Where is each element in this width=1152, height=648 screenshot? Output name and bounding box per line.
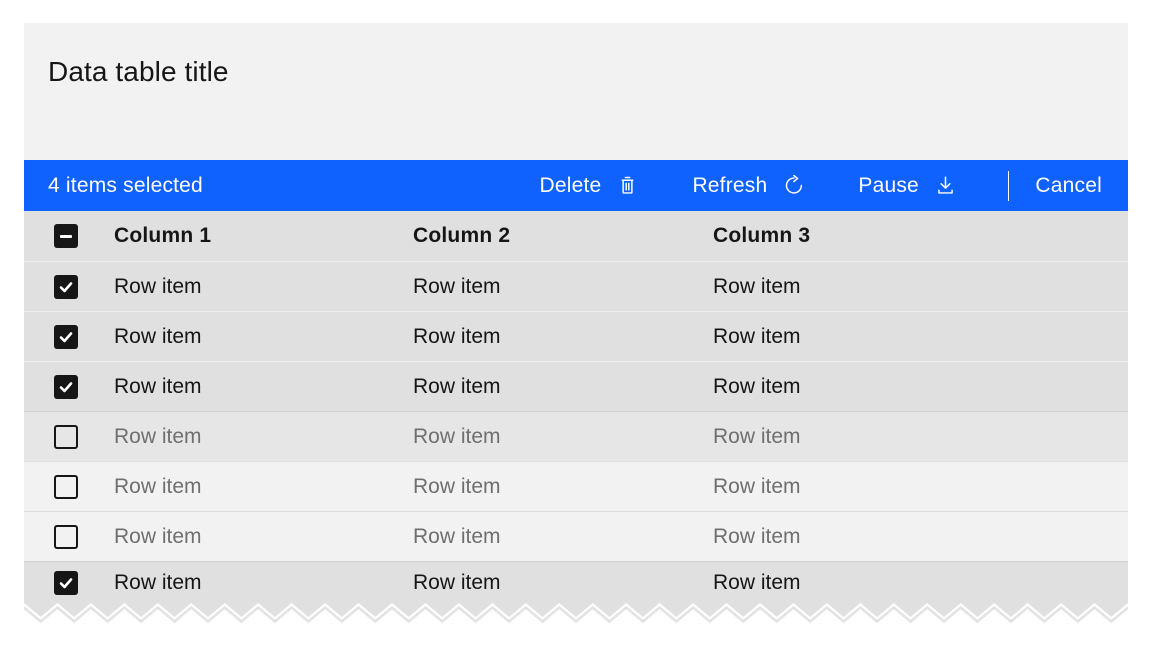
table-cell: Row item	[713, 525, 1128, 549]
table-row[interactable]: Row item Row item Row item	[24, 361, 1128, 411]
table-row[interactable]: Row item Row item Row item	[24, 261, 1128, 311]
action-divider	[1008, 171, 1010, 201]
table-row[interactable]: Row item Row item Row item	[24, 411, 1128, 461]
table-cell: Row item	[713, 475, 1128, 499]
table-cell: Row item	[413, 571, 713, 595]
table-cell: Row item	[413, 525, 713, 549]
table-header-row: Column 1 Column 2 Column 3	[24, 211, 1128, 261]
row-checkbox[interactable]	[54, 375, 78, 399]
download-icon	[935, 175, 956, 196]
pause-button[interactable]: Pause	[858, 174, 956, 198]
delete-button-label: Delete	[540, 174, 602, 198]
pause-button-label: Pause	[858, 174, 919, 198]
table-cell: Row item	[114, 325, 413, 349]
row-checkbox[interactable]	[54, 475, 78, 499]
column-header: Column 1	[114, 224, 413, 248]
batch-action-bar: 4 items selected Delete Refresh	[24, 160, 1128, 211]
table-title-section: Data table title	[24, 23, 1128, 160]
column-header: Column 2	[413, 224, 713, 248]
checkbox-cell	[24, 325, 114, 349]
row-checkbox[interactable]	[54, 525, 78, 549]
row-checkbox[interactable]	[54, 325, 78, 349]
row-checkbox[interactable]	[54, 425, 78, 449]
table-cell: Row item	[713, 375, 1128, 399]
data-table-widget: Data table title 4 items selected Delete	[24, 23, 1128, 625]
refresh-icon	[783, 175, 804, 196]
refresh-button-label: Refresh	[692, 174, 767, 198]
checkbox-cell	[24, 475, 114, 499]
page-title: Data table title	[48, 56, 1104, 88]
table-cell: Row item	[713, 275, 1128, 299]
cancel-button[interactable]: Cancel	[1035, 174, 1102, 198]
row-checkbox[interactable]	[54, 275, 78, 299]
table-cell: Row item	[114, 475, 413, 499]
table-cell: Row item	[114, 525, 413, 549]
table-cell: Row item	[413, 275, 713, 299]
checkbox-cell	[24, 425, 114, 449]
table-cell: Row item	[114, 275, 413, 299]
header-checkbox-cell	[24, 224, 114, 248]
table-row[interactable]: Row item Row item Row item	[24, 511, 1128, 561]
checkbox-cell	[24, 275, 114, 299]
checkbox-cell	[24, 525, 114, 549]
delete-button[interactable]: Delete	[540, 174, 639, 198]
table-cell: Row item	[713, 425, 1128, 449]
table-cell: Row item	[114, 425, 413, 449]
table-row[interactable]: Row item Row item Row item	[24, 461, 1128, 511]
checkbox-cell	[24, 571, 114, 595]
table-cell: Row item	[114, 375, 413, 399]
selected-count-label: 4 items selected	[48, 174, 203, 198]
checkbox-cell	[24, 375, 114, 399]
cancel-button-label: Cancel	[1035, 174, 1102, 198]
table-row[interactable]: Row item Row item Row item	[24, 311, 1128, 361]
trash-icon	[617, 175, 638, 196]
table-cell: Row item	[413, 425, 713, 449]
refresh-button[interactable]: Refresh	[692, 174, 804, 198]
table-row[interactable]: Row item Row item Row item	[24, 561, 1128, 603]
torn-edge	[24, 603, 1128, 625]
row-checkbox[interactable]	[54, 571, 78, 595]
table-cell: Row item	[713, 571, 1128, 595]
table-cell: Row item	[713, 325, 1128, 349]
column-header: Column 3	[713, 224, 1128, 248]
table-cell: Row item	[114, 571, 413, 595]
table-cell: Row item	[413, 475, 713, 499]
table-cell: Row item	[413, 375, 713, 399]
batch-actions: Delete Refresh	[486, 171, 1128, 201]
select-all-checkbox[interactable]	[54, 224, 78, 248]
table-cell: Row item	[413, 325, 713, 349]
